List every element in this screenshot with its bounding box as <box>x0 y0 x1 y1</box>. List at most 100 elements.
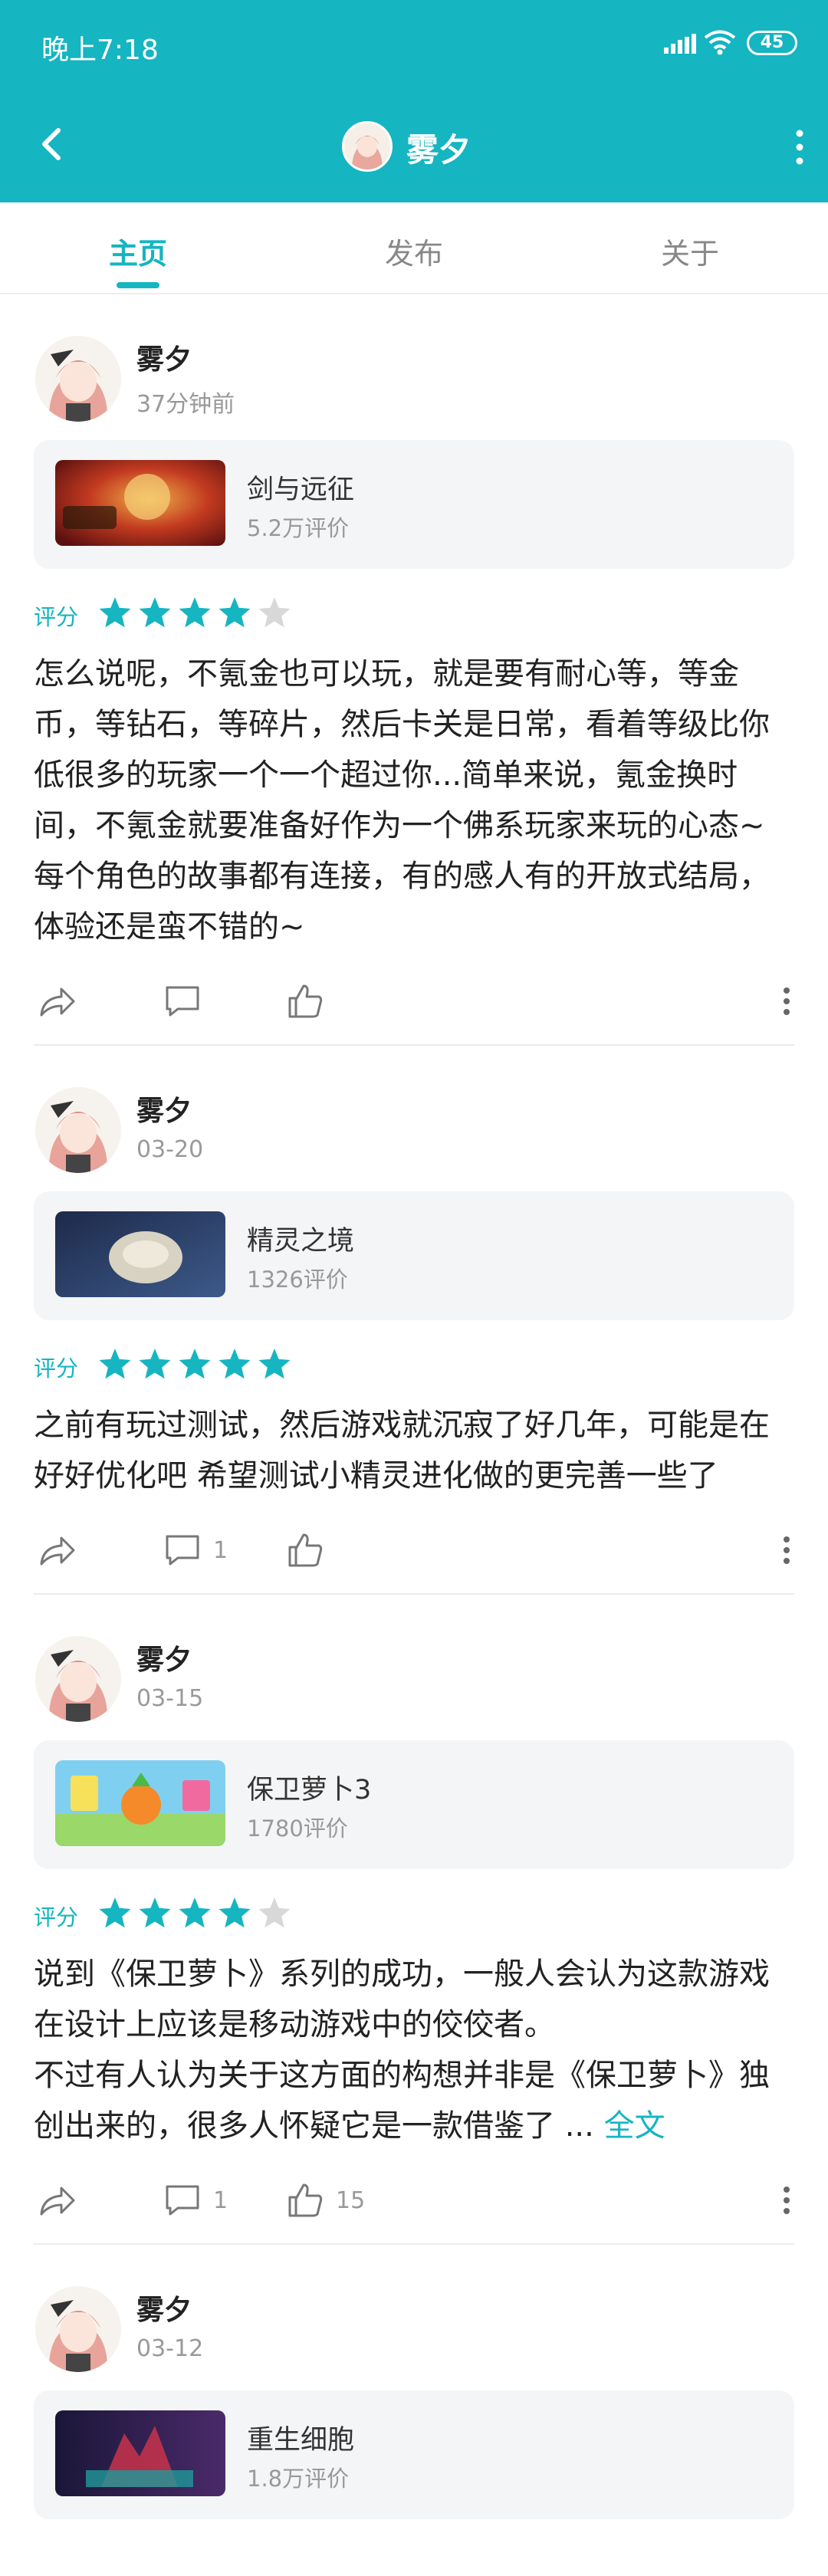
share-button[interactable] <box>37 981 77 1021</box>
comment-icon <box>166 1535 199 1566</box>
game-name: 重生细胞 <box>247 2425 355 2456</box>
game-card[interactable]: 重生细胞 1.8万评价 <box>34 2390 794 2519</box>
battery-indicator: 45 <box>747 31 797 55</box>
share-button[interactable] <box>37 1530 77 1570</box>
comment-button[interactable] <box>163 981 213 1021</box>
signal-icon <box>664 34 696 54</box>
username[interactable]: 雾夕 <box>136 1638 192 1677</box>
post-actions: 1 15 <box>34 2151 794 2243</box>
star-filled-icon <box>179 1898 211 1928</box>
star-filled-icon <box>219 597 251 628</box>
tab-about[interactable]: 关于 <box>613 230 767 272</box>
more-options-icon[interactable] <box>782 986 791 1017</box>
review-post: 雾夕 03-15 保卫萝卜3 1780评价 评分 说到《保卫萝卜》系列的成功，一… <box>0 1595 828 2245</box>
review-post: 雾夕 03-20 精灵之境 1326评价 评分 之前有玩过测试，然后游戏就沉寂了… <box>0 1046 828 1595</box>
post-time: 03-15 <box>136 1685 204 1712</box>
comment-count: 1 <box>213 1536 228 1564</box>
more-options-icon[interactable] <box>782 2185 791 2216</box>
avatar[interactable] <box>35 1087 121 1173</box>
comment-button[interactable]: 1 <box>163 2180 228 2220</box>
review-text[interactable]: 之前有玩过测试，然后游戏就沉寂了好几年，可能是在好好优化吧 希望测试小精灵进化做… <box>34 1400 794 1501</box>
post-actions <box>34 952 794 1044</box>
share-icon <box>40 2187 75 2216</box>
review-post: 雾夕 37分钟前 剑与远征 5.2万评价 评分 怎么说呢，不氪金也可以玩，就是要… <box>0 294 828 1046</box>
nav-bar: 雾夕 <box>0 90 828 202</box>
read-more-link[interactable]: 全文 <box>604 2108 665 2144</box>
thumbs-up-icon <box>288 1533 323 1567</box>
tab-bar: 主页 发布 关于 <box>0 202 828 294</box>
star-filled-icon <box>139 597 171 628</box>
like-button[interactable] <box>285 1530 336 1570</box>
avatar[interactable] <box>35 1636 121 1722</box>
rating-stars <box>97 1346 293 1382</box>
user-avatar-small <box>342 121 393 172</box>
review-feed: 雾夕 37分钟前 剑与远征 5.2万评价 评分 怎么说呢，不氪金也可以玩，就是要… <box>0 294 828 2519</box>
post-header: 雾夕 03-20 <box>34 1046 794 1176</box>
page-title: 雾夕 <box>406 131 472 169</box>
like-button[interactable] <box>285 981 336 1021</box>
rating-stars <box>97 595 293 630</box>
share-button[interactable] <box>37 2180 77 2220</box>
comment-icon <box>166 986 199 1017</box>
review-body: 之前有玩过测试，然后游戏就沉寂了好几年，可能是在好好优化吧 希望测试小精灵进化做… <box>34 1408 770 1493</box>
game-card[interactable]: 精灵之境 1326评价 <box>34 1191 794 1320</box>
game-card[interactable]: 保卫萝卜3 1780评价 <box>34 1740 794 1869</box>
avatar[interactable] <box>35 2286 121 2372</box>
game-review-count: 1.8万评价 <box>247 2466 350 2492</box>
status-bar: 晚上7:18 45 <box>0 0 828 90</box>
avatar[interactable] <box>35 336 121 422</box>
star-empty-icon <box>258 1898 291 1928</box>
game-thumbnail <box>55 1760 225 1846</box>
back-arrow-icon[interactable] <box>29 121 75 167</box>
thumbs-up-icon <box>288 984 323 1018</box>
review-body: 怎么说呢，不氪金也可以玩，就是要有耐心等，等金币，等钻石，等碎片，然后卡关是日常… <box>34 656 770 945</box>
rating-label: 评分 <box>34 604 79 630</box>
review-text[interactable]: 说到《保卫萝卜》系列的成功，一般人会认为这款游戏在设计上应该是移动游戏中的佼佼者… <box>34 1949 794 2151</box>
more-options-icon[interactable] <box>782 1535 791 1566</box>
username[interactable]: 雾夕 <box>136 1089 192 1129</box>
comment-count: 1 <box>213 2187 228 2214</box>
rating-row: 评分 <box>34 1346 794 1385</box>
post-time: 37分钟前 <box>136 391 235 418</box>
tab-indicator <box>117 282 159 288</box>
game-review-count: 5.2万评价 <box>247 515 350 541</box>
game-thumbnail <box>55 2410 225 2496</box>
like-button[interactable]: 15 <box>285 2180 365 2220</box>
star-filled-icon <box>99 1898 131 1928</box>
post-time: 03-12 <box>136 2335 204 2362</box>
post-actions: 1 <box>34 1501 794 1593</box>
review-post: 雾夕 03-12 重生细胞 1.8万评价 <box>0 2245 828 2519</box>
star-empty-icon <box>258 597 291 628</box>
game-name: 精灵之境 <box>247 1226 355 1257</box>
tab-home[interactable]: 主页 <box>61 230 215 272</box>
rating-label: 评分 <box>34 1355 79 1382</box>
rating-row: 评分 <box>34 1895 794 1934</box>
star-filled-icon <box>99 1349 131 1379</box>
game-name: 剑与远征 <box>247 475 355 505</box>
top-app-bar: 晚上7:18 45 雾夕 <box>0 0 828 202</box>
thumbs-up-icon <box>288 2183 323 2217</box>
star-filled-icon <box>179 1349 211 1379</box>
rating-row: 评分 <box>34 595 794 633</box>
post-header: 雾夕 03-12 <box>34 2245 794 2375</box>
star-filled-icon <box>139 1898 171 1928</box>
tab-publish[interactable]: 发布 <box>337 230 491 272</box>
game-review-count: 1780评价 <box>247 1815 348 1842</box>
game-thumbnail <box>55 460 225 546</box>
star-filled-icon <box>99 597 131 628</box>
status-time: 晚上7:18 <box>41 34 159 66</box>
rating-stars <box>97 1895 293 1930</box>
comment-button[interactable]: 1 <box>163 1530 228 1570</box>
rating-label: 评分 <box>34 1904 79 1930</box>
game-thumbnail <box>55 1211 225 1297</box>
review-text[interactable]: 怎么说呢，不氪金也可以玩，就是要有耐心等，等金币，等钻石，等碎片，然后卡关是日常… <box>34 649 794 952</box>
share-icon <box>40 987 75 1017</box>
game-review-count: 1326评价 <box>247 1267 348 1293</box>
star-filled-icon <box>179 597 211 628</box>
username[interactable]: 雾夕 <box>136 337 192 377</box>
username[interactable]: 雾夕 <box>136 2288 192 2328</box>
more-vertical-icon[interactable] <box>788 124 811 170</box>
post-header: 雾夕 37分钟前 <box>34 294 794 425</box>
game-name: 保卫萝卜3 <box>247 1775 372 1806</box>
game-card[interactable]: 剑与远征 5.2万评价 <box>34 440 794 569</box>
